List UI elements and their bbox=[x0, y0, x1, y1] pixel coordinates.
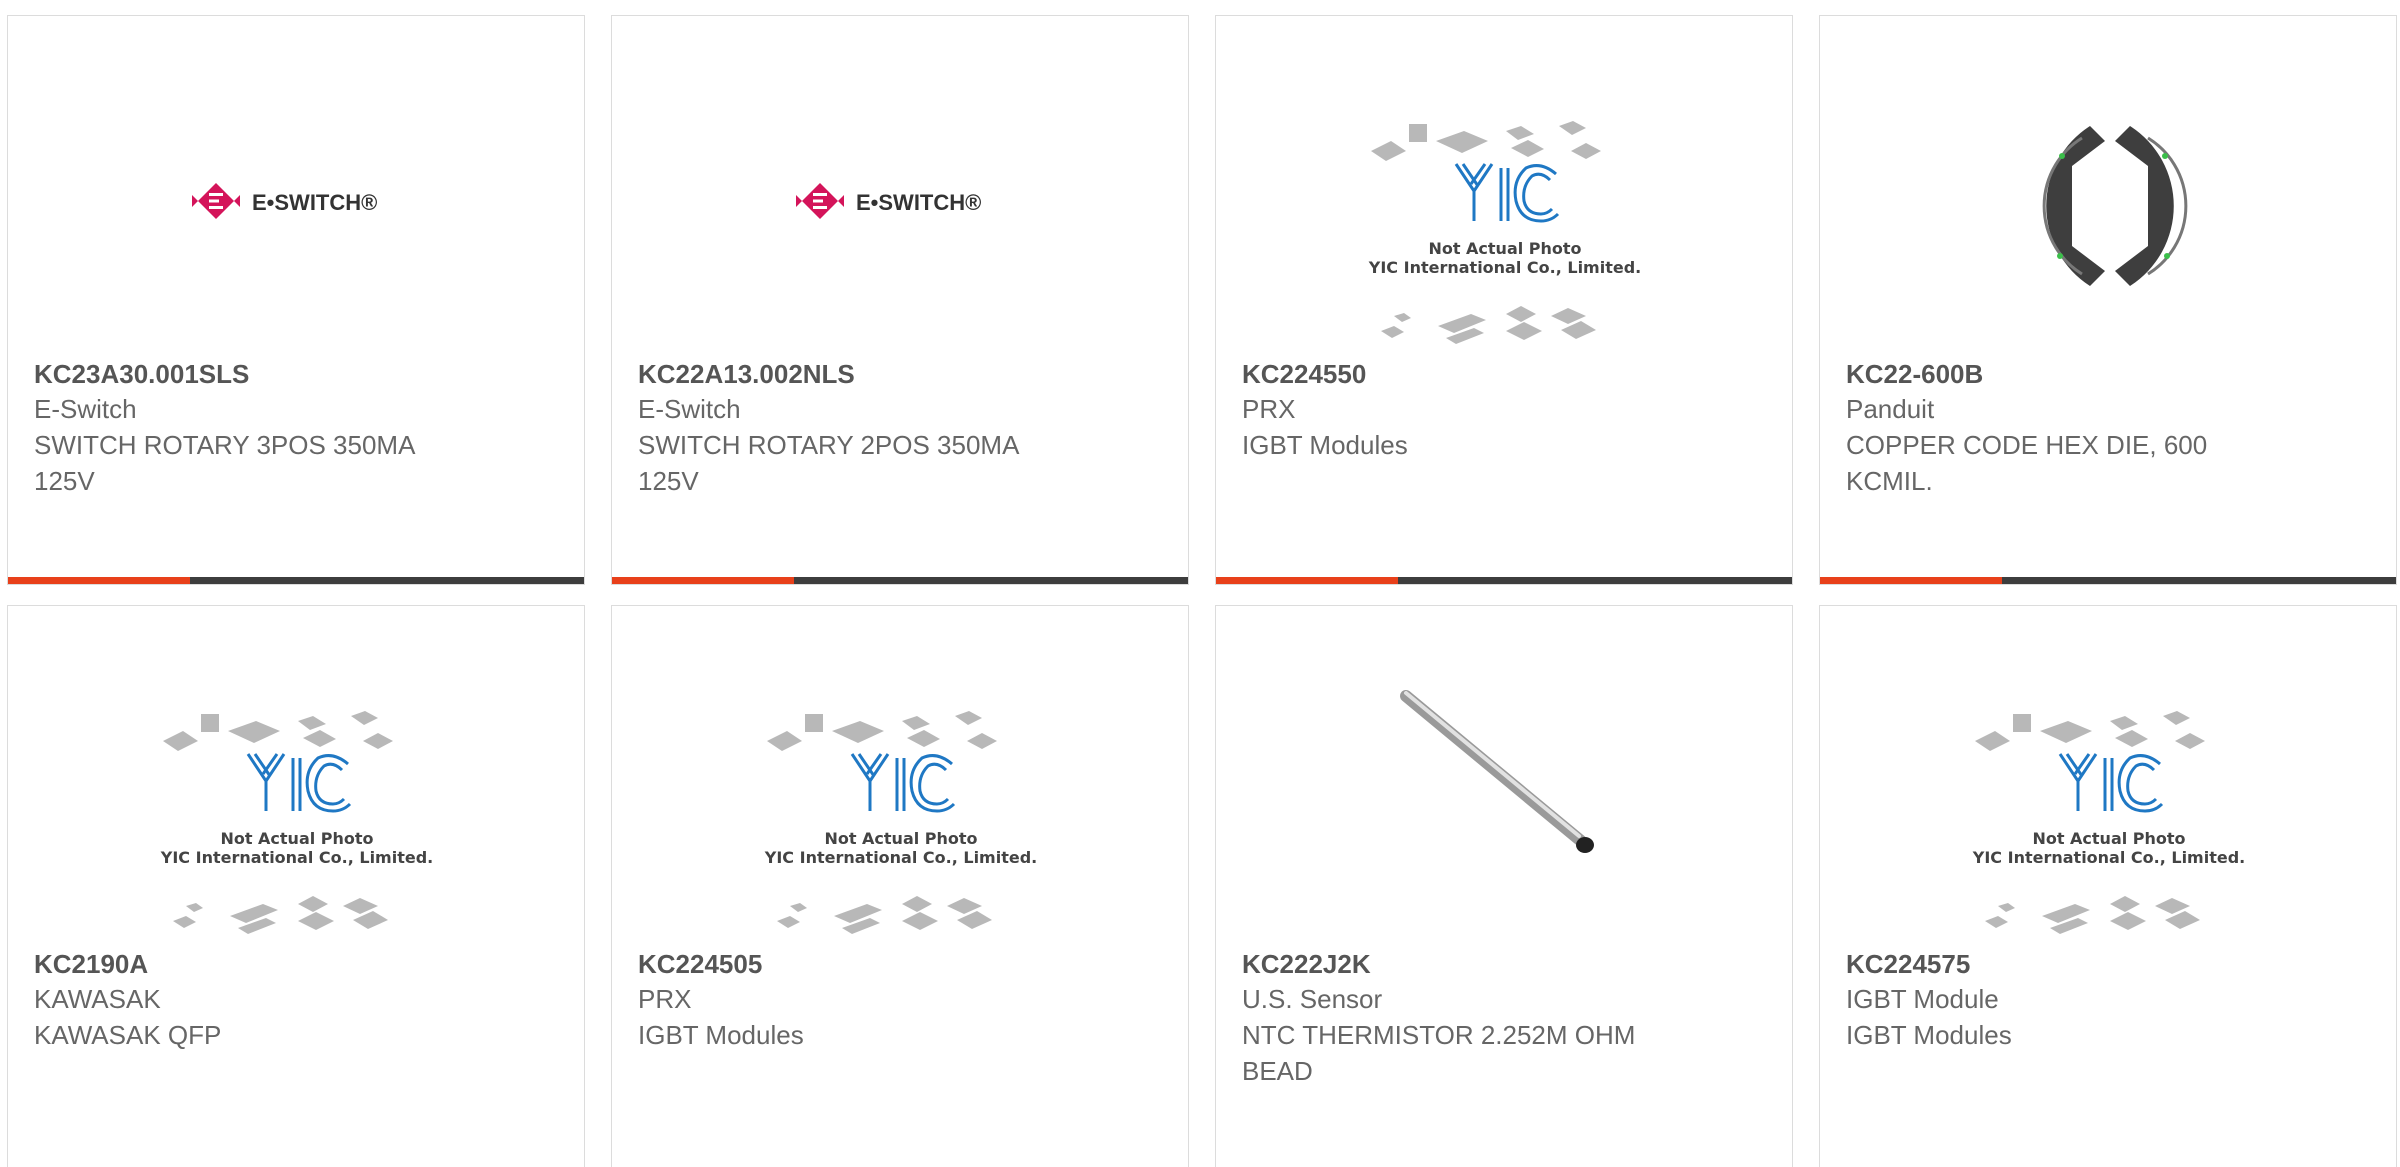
product-grid: E•SWITCH® KC23A30.001SLS E-Switch SWITCH… bbox=[0, 0, 2400, 1167]
card-accent-bar bbox=[1820, 577, 2002, 584]
e-switch-logo-icon: E•SWITCH® bbox=[192, 183, 377, 219]
product-image[interactable] bbox=[1820, 56, 2396, 356]
product-image[interactable]: Not Actual Photo YIC International Co., … bbox=[1216, 56, 1792, 356]
product-info: KC22-600B Panduit COPPER CODE HEX DIE, 6… bbox=[1846, 357, 2370, 499]
product-card[interactable]: E•SWITCH® KC23A30.001SLS E-Switch SWITCH… bbox=[7, 15, 585, 585]
product-info: KC222J2K U.S. Sensor NTC THERMISTOR 2.25… bbox=[1242, 947, 1766, 1089]
product-card[interactable]: Not Actual Photo YIC International Co., … bbox=[611, 605, 1189, 1167]
manufacturer: PRX bbox=[1242, 394, 1296, 424]
description: IGBT Modules bbox=[1846, 1020, 2012, 1050]
product-info: KC224505 PRX IGBT Modules bbox=[638, 947, 1162, 1053]
card-accent-bar bbox=[1216, 577, 1398, 584]
product-info: KC22A13.002NLS E-Switch SWITCH ROTARY 2P… bbox=[638, 357, 1162, 499]
svg-text:Not Actual Photo: Not Actual Photo bbox=[220, 829, 373, 848]
svg-text:E•SWITCH®: E•SWITCH® bbox=[856, 190, 981, 215]
product-info: KC224550 PRX IGBT Modules bbox=[1242, 357, 1766, 463]
card-accent-bar bbox=[612, 577, 794, 584]
card-bottom-bar bbox=[8, 577, 584, 584]
product-image[interactable]: E•SWITCH® bbox=[612, 56, 1188, 356]
part-number[interactable]: KC2190A bbox=[34, 947, 558, 981]
manufacturer: E-Switch bbox=[34, 394, 137, 424]
product-card[interactable]: Not Actual Photo YIC International Co., … bbox=[1215, 15, 1793, 585]
manufacturer: IGBT Module bbox=[1846, 984, 1999, 1014]
svg-text:E•SWITCH®: E•SWITCH® bbox=[252, 190, 377, 215]
card-bottom-bar bbox=[612, 577, 1188, 584]
part-number[interactable]: KC224575 bbox=[1846, 947, 2370, 981]
part-number[interactable]: KC22-600B bbox=[1846, 357, 2370, 391]
hex-die-icon bbox=[2042, 126, 2188, 286]
svg-text:Not Actual Photo: Not Actual Photo bbox=[1428, 239, 1581, 258]
svg-text:Not Actual Photo: Not Actual Photo bbox=[824, 829, 977, 848]
product-info: KC2190A KAWASAK KAWASAK QFP bbox=[34, 947, 558, 1053]
product-info: KC224575 IGBT Module IGBT Modules bbox=[1846, 947, 2370, 1053]
yic-placeholder-icon: Not Actual Photo YIC International Co., … bbox=[1368, 121, 1641, 344]
part-number[interactable]: KC22A13.002NLS bbox=[638, 357, 1162, 391]
yic-placeholder-icon: Not Actual Photo YIC International Co., … bbox=[764, 711, 1037, 934]
product-image[interactable]: Not Actual Photo YIC International Co., … bbox=[1820, 646, 2396, 946]
manufacturer: PRX bbox=[638, 984, 692, 1014]
product-image[interactable] bbox=[1216, 646, 1792, 946]
product-image[interactable]: Not Actual Photo YIC International Co., … bbox=[8, 646, 584, 946]
card-bottom-bar bbox=[1216, 577, 1792, 584]
svg-text:Not Actual Photo: Not Actual Photo bbox=[2032, 829, 2185, 848]
svg-text:YIC International Co., Limited: YIC International Co., Limited. bbox=[1368, 258, 1641, 277]
product-info: KC23A30.001SLS E-Switch SWITCH ROTARY 3P… bbox=[34, 357, 558, 499]
manufacturer: KAWASAK bbox=[34, 984, 161, 1014]
description: IGBT Modules bbox=[638, 1020, 804, 1050]
description: COPPER CODE HEX DIE, 600 KCMIL. bbox=[1846, 430, 2208, 496]
manufacturer: U.S. Sensor bbox=[1242, 984, 1383, 1014]
product-card[interactable]: KC222J2K U.S. Sensor NTC THERMISTOR 2.25… bbox=[1215, 605, 1793, 1167]
description: IGBT Modules bbox=[1242, 430, 1408, 460]
product-card[interactable]: Not Actual Photo YIC International Co., … bbox=[7, 605, 585, 1167]
product-card[interactable]: KC22-600B Panduit COPPER CODE HEX DIE, 6… bbox=[1819, 15, 2397, 585]
card-accent-bar bbox=[8, 577, 190, 584]
manufacturer: E-Switch bbox=[638, 394, 741, 424]
yic-placeholder-icon: Not Actual Photo YIC International Co., … bbox=[160, 711, 433, 934]
product-card[interactable]: E•SWITCH® KC22A13.002NLS E-Switch SWITCH… bbox=[611, 15, 1189, 585]
description: SWITCH ROTARY 2POS 350MA 125V bbox=[638, 430, 1018, 496]
part-number[interactable]: KC222J2K bbox=[1242, 947, 1766, 981]
description: SWITCH ROTARY 3POS 350MA 125V bbox=[34, 430, 414, 496]
product-card[interactable]: Not Actual Photo YIC International Co., … bbox=[1819, 605, 2397, 1167]
part-number[interactable]: KC23A30.001SLS bbox=[34, 357, 558, 391]
svg-text:YIC International Co., Limited: YIC International Co., Limited. bbox=[1972, 848, 2245, 867]
part-number[interactable]: KC224505 bbox=[638, 947, 1162, 981]
description: NTC THERMISTOR 2.252M OHM BEAD bbox=[1242, 1020, 1636, 1086]
card-bottom-bar bbox=[1820, 577, 2396, 584]
e-switch-logo-icon: E•SWITCH® bbox=[796, 183, 981, 219]
manufacturer: Panduit bbox=[1846, 394, 1935, 424]
thermistor-probe-icon bbox=[1400, 690, 1594, 853]
part-number[interactable]: KC224550 bbox=[1242, 357, 1766, 391]
svg-text:YIC International Co., Limited: YIC International Co., Limited. bbox=[764, 848, 1037, 867]
product-image[interactable]: E•SWITCH® bbox=[8, 56, 584, 356]
description: KAWASAK QFP bbox=[34, 1020, 222, 1050]
product-image[interactable]: Not Actual Photo YIC International Co., … bbox=[612, 646, 1188, 946]
svg-text:YIC International Co., Limited: YIC International Co., Limited. bbox=[160, 848, 433, 867]
yic-placeholder-icon: Not Actual Photo YIC International Co., … bbox=[1972, 711, 2245, 934]
